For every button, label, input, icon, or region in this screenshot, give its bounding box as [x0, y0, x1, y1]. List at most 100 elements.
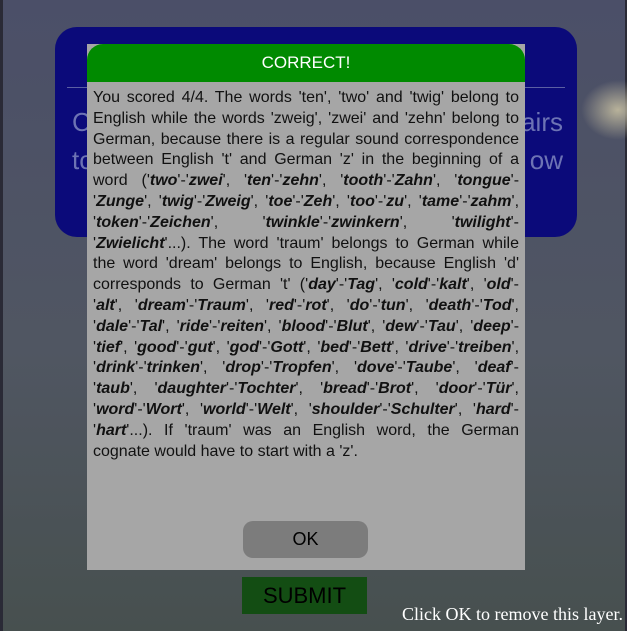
example-word: dew — [385, 317, 417, 335]
example-word: rot — [305, 296, 327, 314]
message-text: '-' — [225, 380, 238, 398]
message-text: '-' — [335, 276, 348, 294]
example-word: Tag — [347, 276, 376, 294]
message-text: '-' — [379, 400, 391, 418]
ok-button[interactable]: OK — [243, 521, 368, 558]
message-text: ', ' — [129, 380, 158, 398]
message-text: '-' — [319, 213, 332, 231]
example-word: taub — [96, 380, 130, 398]
message-text: ', ' — [367, 317, 386, 335]
message-text: '-' — [135, 359, 147, 377]
dialog-message: You scored 4/4. The words 'ten', 'two' a… — [93, 88, 519, 462]
message-text: '-' — [258, 338, 271, 356]
example-word: Tür — [485, 380, 512, 398]
message-text: ', ' — [290, 400, 312, 418]
message-text: '-' — [134, 400, 146, 418]
example-word: dove — [357, 359, 395, 377]
example-word: alt — [96, 296, 115, 314]
example-word: deep — [473, 317, 511, 335]
example-word: day — [308, 276, 336, 294]
card-text-fragment: airs — [521, 107, 563, 137]
example-word: reiten — [220, 317, 264, 335]
example-word: god — [229, 338, 259, 356]
message-text: ', ' — [411, 380, 439, 398]
example-word: gut — [187, 338, 213, 356]
example-word: hart — [96, 421, 127, 439]
message-text: ', ' — [452, 359, 478, 377]
example-word: Bett — [360, 338, 392, 356]
example-word: Traum — [197, 296, 246, 314]
left-edge — [0, 0, 3, 631]
message-text: ', ' — [181, 400, 204, 418]
message-text: '-' — [325, 317, 337, 335]
message-text: ', ' — [162, 317, 180, 335]
message-text: '-' — [369, 296, 381, 314]
example-word: dale — [96, 317, 129, 335]
message-text: '-' — [177, 172, 189, 190]
example-word: kalt — [439, 276, 467, 294]
example-word: death — [428, 296, 472, 314]
message-text: ', ' — [210, 213, 266, 231]
message-text: '-' — [176, 338, 188, 356]
message-text: '-' — [471, 296, 483, 314]
submit-button[interactable]: SUBMIT — [242, 577, 367, 614]
background-blur — [581, 80, 627, 140]
message-text: ', ' — [295, 380, 324, 398]
example-word: do — [349, 296, 370, 314]
example-word: tooth — [343, 172, 384, 190]
message-text: ', ' — [375, 276, 395, 294]
example-word: Tochter — [237, 380, 296, 398]
example-word: tief — [96, 338, 121, 356]
example-word: Blut — [336, 317, 368, 335]
example-word: drink — [96, 359, 136, 377]
message-text: ', ' — [405, 296, 429, 314]
example-word: ride — [179, 317, 209, 335]
example-word: bed — [320, 338, 349, 356]
message-text: ', ' — [404, 192, 422, 210]
example-word: red — [268, 296, 294, 314]
example-word: old — [486, 276, 511, 294]
message-text: '-' — [348, 338, 361, 356]
example-word: shoulder — [311, 400, 380, 418]
example-word: treiben — [458, 338, 512, 356]
example-word: zu — [386, 192, 405, 210]
message-text: '-' — [446, 338, 459, 356]
message-text: ', ' — [399, 213, 455, 231]
example-word: Zahn — [394, 172, 433, 190]
message-text: ', ' — [466, 276, 487, 294]
message-text: ', ' — [326, 296, 350, 314]
example-word: ten — [247, 172, 272, 190]
example-word: hard — [475, 400, 511, 418]
message-text: '-' — [271, 172, 283, 190]
message-text: '-' — [459, 192, 471, 210]
example-word: tongue — [457, 172, 511, 190]
message-text: ', ' — [120, 338, 138, 356]
example-word: tame — [421, 192, 460, 210]
message-text: '-' — [260, 359, 273, 377]
message-text: '-' — [366, 380, 379, 398]
example-word: Tau — [427, 317, 456, 335]
message-text: ', ' — [332, 192, 350, 210]
example-word: tun — [380, 296, 406, 314]
message-text: ', ' — [432, 172, 458, 190]
example-word: word — [96, 400, 135, 418]
example-word: deaf — [477, 359, 511, 377]
layer-hint-text: Click OK to remove this layer. — [402, 604, 623, 624]
example-word: twig — [161, 192, 194, 210]
message-text: ', ' — [303, 338, 321, 356]
example-word: bread — [323, 380, 367, 398]
message-text: ', ' — [454, 400, 476, 418]
message-text: '-' — [138, 213, 151, 231]
example-word: Zunge — [96, 192, 145, 210]
example-word: Wort — [145, 400, 182, 418]
message-text: '...). If 'traum' was an English word, t… — [93, 421, 519, 460]
message-text: ', ' — [331, 359, 357, 377]
message-text: ', ' — [222, 172, 248, 190]
message-text: ', ' — [264, 317, 282, 335]
message-text: ', ' — [114, 296, 138, 314]
example-word: cold — [394, 276, 428, 294]
example-word: door — [438, 380, 475, 398]
example-word: Zwielicht — [96, 234, 165, 252]
message-text: ', ' — [250, 192, 269, 210]
example-word: dream — [137, 296, 186, 314]
